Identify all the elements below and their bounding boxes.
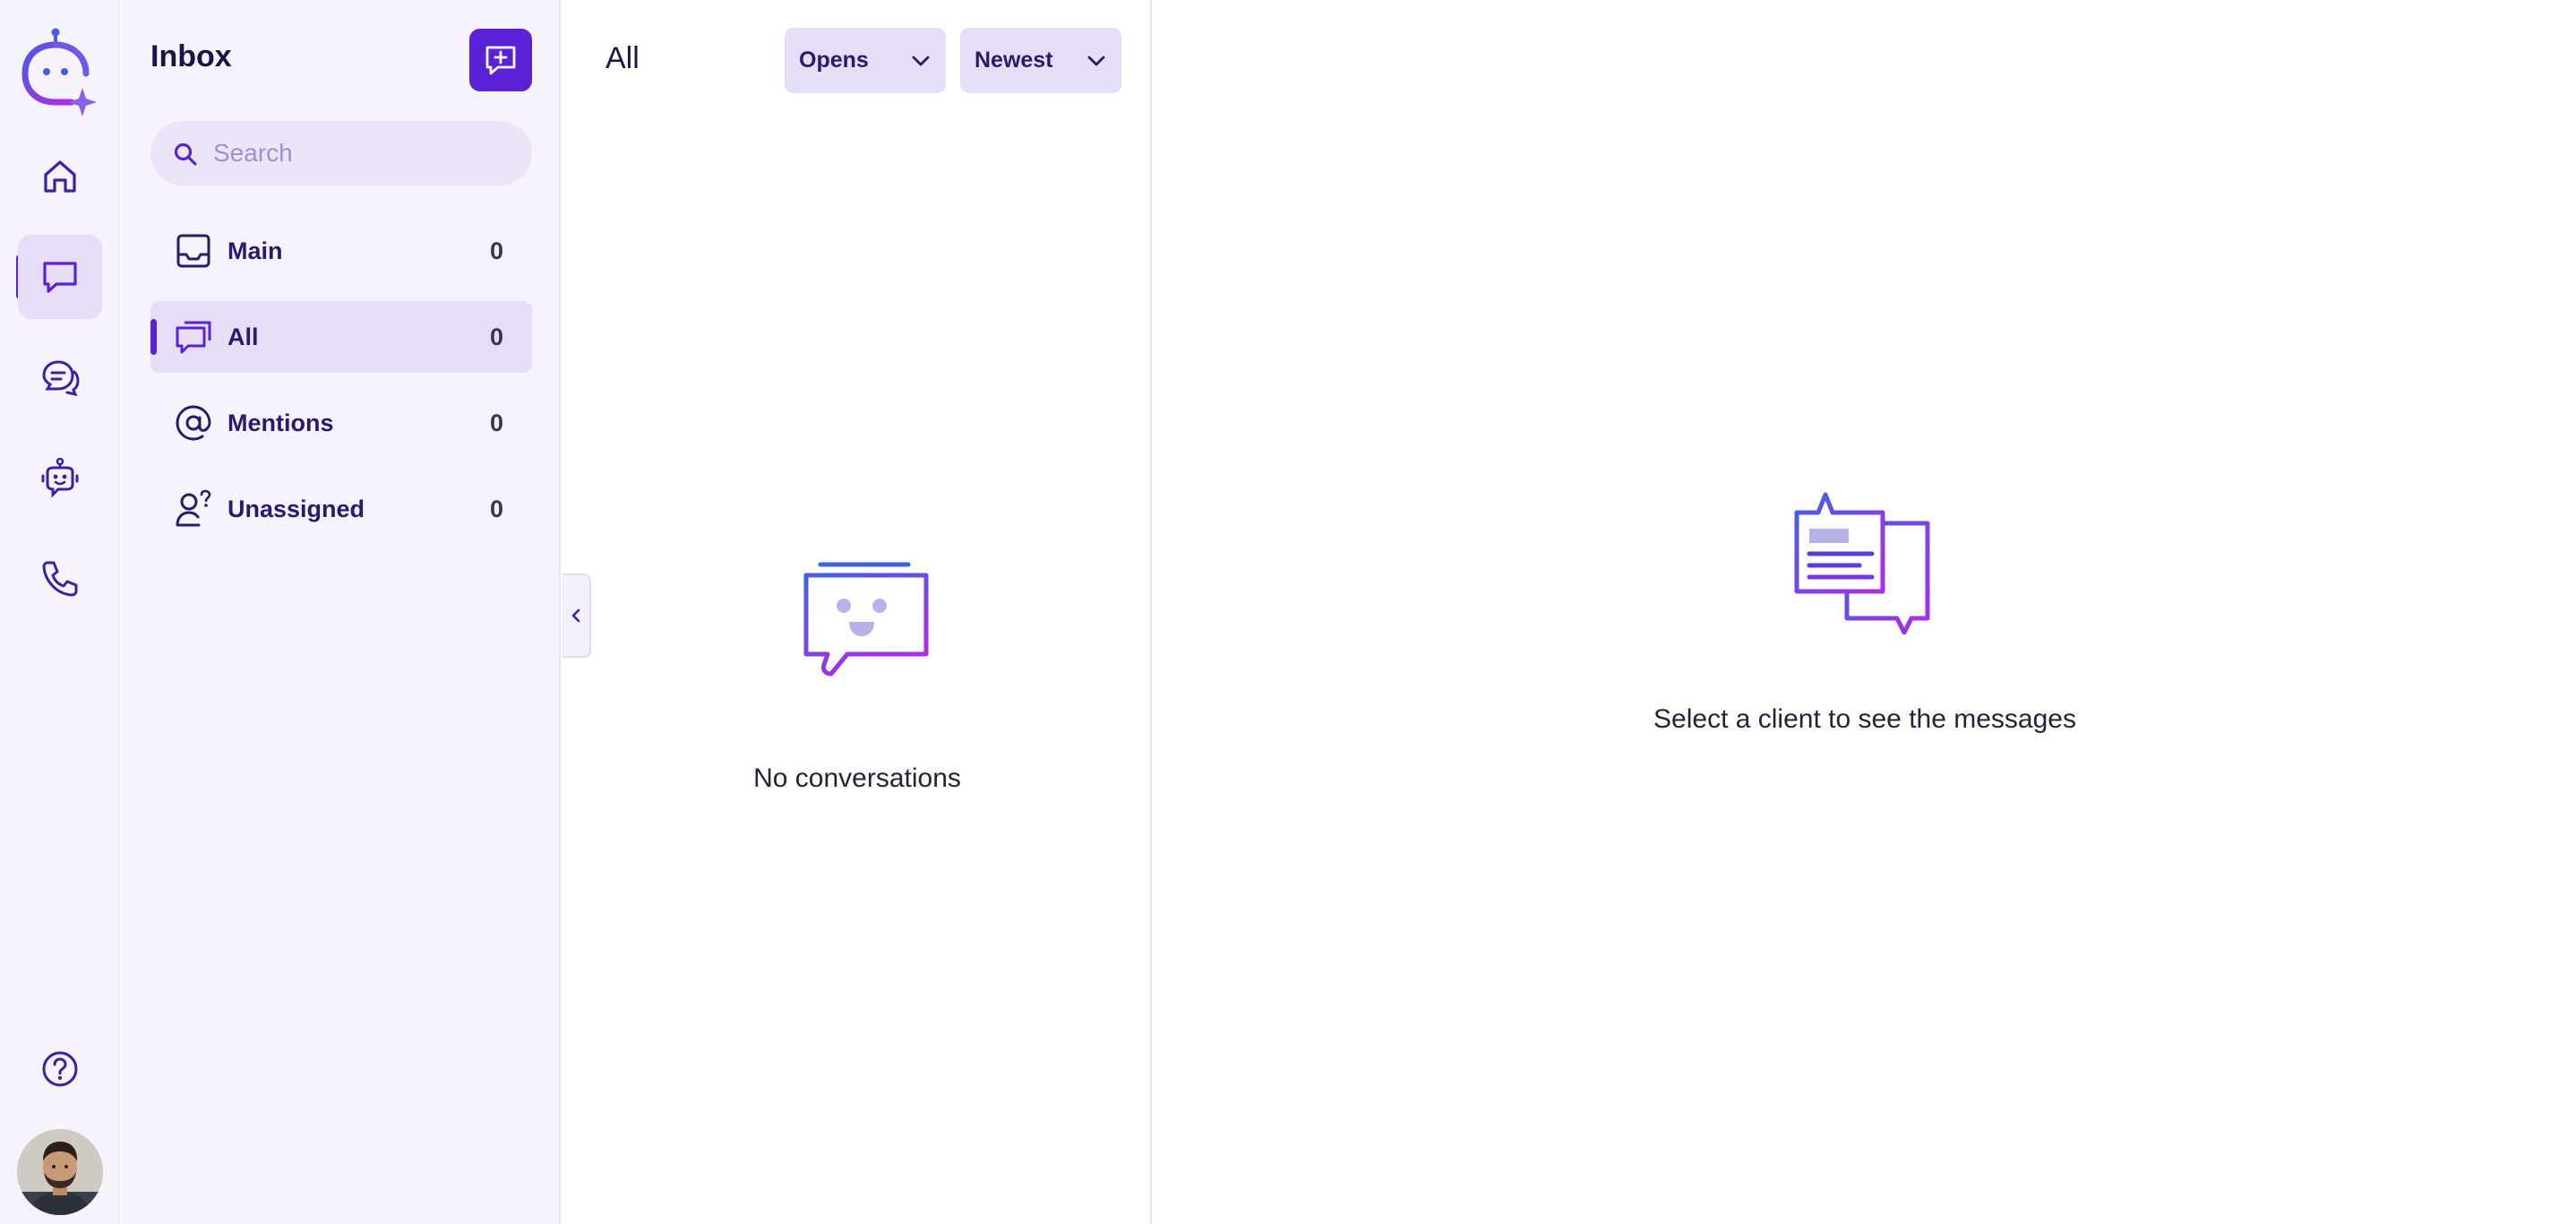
inbox-title: Inbox — [150, 39, 232, 73]
inbox-item-count: 0 — [489, 409, 503, 436]
at-sign-icon — [176, 405, 211, 441]
inbox-item-label: Mentions — [228, 409, 334, 436]
conversation-icon — [42, 360, 80, 397]
empty-conversations-illustration — [801, 559, 933, 685]
inbox-item-count: 0 — [489, 323, 503, 350]
inbox-item-label: Main — [228, 237, 283, 264]
icon-rail — [0, 0, 120, 1224]
rail-inbox[interactable] — [18, 235, 102, 319]
new-message-icon — [485, 46, 516, 75]
rail-home[interactable] — [18, 134, 102, 219]
inbox-tray-icon — [176, 234, 210, 268]
chevron-down-icon — [912, 56, 930, 66]
status-filter-dropdown[interactable]: Opens — [785, 28, 946, 93]
chevron-left-icon — [571, 608, 580, 623]
chat-stack-icon — [176, 321, 211, 354]
messages-panel: Select a client to see the messages — [1154, 0, 2576, 1224]
search-input[interactable] — [211, 121, 516, 185]
search-icon — [174, 142, 197, 166]
chevron-down-icon — [1087, 56, 1105, 66]
inbox-item-label: Unassigned — [228, 496, 365, 522]
sort-filter-dropdown[interactable]: Newest — [960, 28, 1121, 93]
rail-calls[interactable] — [18, 536, 102, 620]
collapse-panel-button[interactable] — [562, 573, 591, 658]
phone-icon — [42, 561, 78, 597]
conversations-title: All — [605, 41, 640, 75]
user-avatar[interactable] — [17, 1129, 103, 1215]
empty-conversations-text: No conversations — [753, 763, 961, 793]
app-logo — [20, 25, 99, 118]
conversations-panel: All Opens Newest No conversations — [562, 0, 1152, 1224]
search-box — [150, 121, 532, 185]
inbox-item-unassigned[interactable]: Unassigned 0 — [150, 473, 532, 545]
rail-conversations[interactable] — [18, 335, 102, 419]
rail-bots[interactable] — [18, 435, 102, 520]
inbox-item-all[interactable]: All 0 — [150, 301, 532, 373]
rail-help[interactable] — [18, 1027, 102, 1111]
select-client-text: Select a client to see the messages — [1653, 704, 2076, 734]
inbox-item-count: 0 — [489, 496, 503, 522]
inbox-item-label: All — [228, 323, 259, 350]
inbox-panel: Inbox Main 0 All 0 — [122, 0, 561, 1224]
sort-filter-label: Newest — [975, 47, 1053, 73]
help-icon — [42, 1051, 78, 1087]
new-conversation-button[interactable] — [469, 29, 532, 91]
select-client-illustration — [1793, 491, 1940, 635]
inbox-item-mentions[interactable]: Mentions 0 — [150, 387, 532, 459]
bot-icon — [41, 457, 79, 498]
user-question-icon — [176, 489, 211, 527]
inbox-item-main[interactable]: Main 0 — [150, 215, 532, 287]
status-filter-label: Opens — [799, 47, 869, 73]
chat-bubble-icon — [43, 262, 77, 293]
home-icon — [44, 160, 76, 193]
active-indicator — [150, 319, 157, 355]
inbox-item-count: 0 — [489, 237, 503, 264]
